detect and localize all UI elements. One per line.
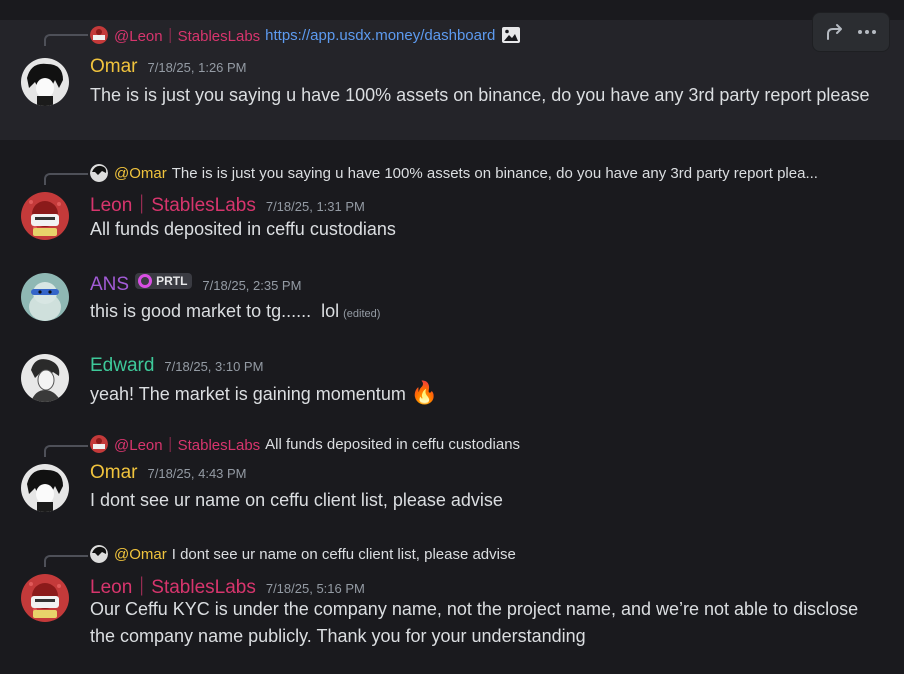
message-text: Our Ceffu KYC is under the company name,… (90, 599, 859, 646)
tag-icon (138, 274, 153, 288)
reply-preview[interactable]: @Omar The is is just you saying u have 1… (90, 163, 890, 183)
message-omar-1[interactable]: @Leon｜StablesLabs https://app.usdx.money… (0, 12, 904, 140)
server-tag[interactable]: PRTL (135, 273, 193, 289)
timestamp[interactable]: 7/18/25, 1:26 PM (148, 60, 247, 75)
leon-avatar[interactable] (21, 574, 69, 622)
ans-avatar[interactable] (21, 273, 69, 321)
author-name[interactable]: ANS (90, 274, 129, 296)
message-header: ANS PRTL 7/18/25, 2:35 PM (90, 273, 301, 296)
edward-avatar[interactable] (21, 354, 69, 402)
leon-mini-avatar (90, 435, 108, 453)
top-band (0, 0, 904, 20)
leon-mini-avatar (90, 26, 108, 44)
omar-avatar[interactable] (21, 58, 69, 106)
tag-label: PRTL (156, 274, 188, 288)
timestamp[interactable]: 7/18/25, 3:10 PM (164, 359, 263, 374)
omar-avatar[interactable] (21, 464, 69, 512)
reply-author[interactable]: @Omar (114, 165, 167, 182)
message-header: Edward 7/18/25, 3:10 PM (90, 355, 263, 377)
reply-preview[interactable]: @Leon｜StablesLabs https://app.usdx.money… (90, 25, 890, 45)
author-name[interactable]: Omar (90, 462, 138, 484)
author-name[interactable]: Leon｜StablesLabs (90, 572, 256, 599)
reply-author[interactable]: @Omar (114, 546, 167, 563)
message-header: Omar 7/18/25, 4:43 PM (90, 462, 247, 484)
message-header: Omar 7/18/25, 1:26 PM (90, 56, 247, 78)
reply-text[interactable]: I dont see ur name on ceffu client list,… (172, 546, 516, 563)
message-text: All funds deposited in ceffu custodians (90, 219, 396, 239)
message-text: yeah! The market is gaining momentum 🔥 (90, 379, 870, 408)
message-toolbar (812, 12, 890, 52)
reply-connector (44, 445, 88, 457)
message-content: yeah! The market is gaining momentum (90, 384, 406, 404)
reply-author[interactable]: @Leon｜StablesLabs (114, 434, 260, 454)
reply-connector (44, 34, 88, 46)
omar-mini-avatar (90, 545, 108, 563)
message-leon-1[interactable]: @Omar The is is just you saying u have 1… (0, 158, 904, 248)
timestamp[interactable]: 7/18/25, 4:43 PM (148, 466, 247, 481)
reply-link[interactable]: https://app.usdx.money/dashboard (265, 27, 495, 44)
message-leon-2[interactable]: @Omar I dont see ur name on ceffu client… (0, 540, 904, 670)
timestamp[interactable]: 7/18/25, 2:35 PM (202, 278, 301, 293)
message-ans[interactable]: ANS PRTL 7/18/25, 2:35 PM this is good m… (0, 266, 904, 326)
edited-label: (edited) (343, 308, 381, 320)
reply-text[interactable]: The is is just you saying u have 100% as… (172, 165, 818, 182)
image-icon (502, 27, 521, 43)
message-header: Leon｜StablesLabs 7/18/25, 5:16 PM (90, 572, 365, 599)
reply-connector (44, 555, 88, 567)
timestamp[interactable]: 7/18/25, 5:16 PM (266, 581, 365, 596)
reply-author[interactable]: @Leon｜StablesLabs (114, 25, 260, 45)
more-dots-icon (858, 30, 876, 34)
reply-connector (44, 173, 88, 185)
reply-text[interactable]: All funds deposited in ceffu custodians (265, 436, 520, 453)
message-text: The is is just you saying u have 100% as… (90, 85, 870, 105)
forward-arrow-icon (827, 24, 842, 40)
timestamp[interactable]: 7/18/25, 1:31 PM (266, 199, 365, 214)
forward-button[interactable] (821, 18, 849, 46)
fire-emoji: 🔥 (410, 380, 439, 405)
message-content: this is good market to tg...... lol (90, 301, 340, 321)
author-name[interactable]: Omar (90, 56, 138, 78)
message-text: I dont see ur name on ceffu client list,… (90, 490, 503, 510)
message-omar-2[interactable]: @Leon｜StablesLabs All funds deposited in… (0, 430, 904, 520)
reply-preview[interactable]: @Omar I dont see ur name on ceffu client… (90, 544, 890, 564)
more-button[interactable] (853, 18, 881, 46)
message-edward[interactable]: Edward 7/18/25, 3:10 PM yeah! The market… (0, 347, 904, 407)
chat-messages: @Leon｜StablesLabs https://app.usdx.money… (0, 12, 904, 674)
author-name[interactable]: Leon｜StablesLabs (90, 190, 256, 217)
omar-mini-avatar (90, 164, 108, 182)
leon-avatar[interactable] (21, 192, 69, 240)
reply-preview[interactable]: @Leon｜StablesLabs All funds deposited in… (90, 434, 890, 454)
author-name[interactable]: Edward (90, 355, 154, 377)
message-header: Leon｜StablesLabs 7/18/25, 1:31 PM (90, 190, 365, 217)
message-text: this is good market to tg...... lol (edit… (90, 298, 870, 328)
